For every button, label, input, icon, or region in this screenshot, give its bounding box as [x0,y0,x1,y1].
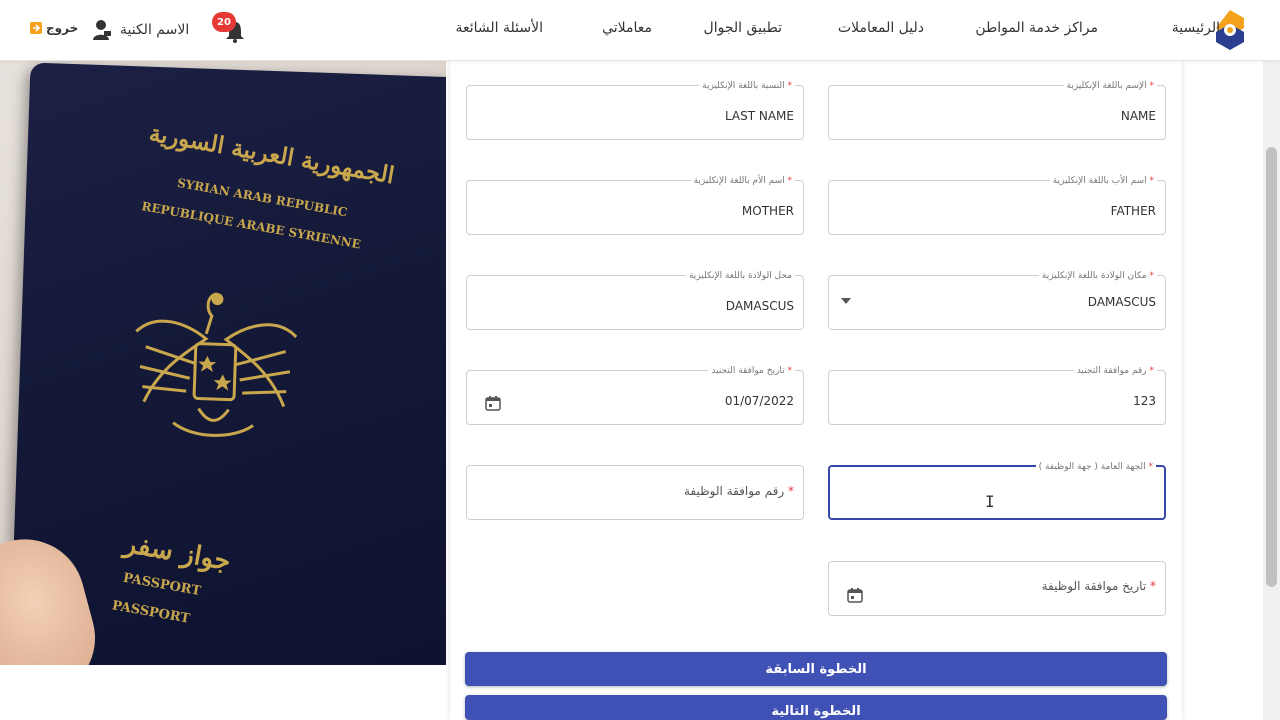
job-approval-date-placeholder: تاريخ موافقة الوظيفة * [1041,579,1156,593]
birthplace-text-value[interactable]: DAMASCUS [726,299,794,313]
father-name-english-value[interactable]: FATHER [1111,204,1156,218]
job-approval-number-placeholder: رقم موافقة الوظيفة * [683,484,794,498]
birthplace-text-label: محل الولادة باللغة الإنكليزية [685,271,795,281]
surname-english-field[interactable]: النسبة باللغة الإنكليزية * LAST NAME [466,81,804,140]
conscription-approval-date-field[interactable]: تاريخ موافقة التجنيد * 01/07/2022 [466,366,804,425]
father-name-english-label: اسم الأب باللغة الإنكليزية * [1049,176,1157,186]
birthplace-english-select[interactable]: مكان الولادة باللغة الإنكليزية * DAMASCU… [828,271,1166,330]
passport-photo: الجمهورية العربية السورية SYRIAN ARAB RE… [0,60,446,665]
nav-transactions-guide[interactable]: دليل المعاملات [838,20,924,36]
conscription-date-value[interactable]: 01/07/2022 [725,394,794,408]
birthplace-select-label: مكان الولادة باللغة الإنكليزية * [1038,271,1157,281]
scrollbar-thumb[interactable] [1266,147,1277,587]
notifications[interactable]: 20 [212,12,246,44]
dropdown-arrow-icon[interactable] [841,298,851,304]
top-navigation-bar: الرئيسية مراكز خدمة المواطن دليل المعامل… [0,0,1280,61]
surname-english-value[interactable]: LAST NAME [725,109,794,123]
user-profile[interactable]: الاسم الكنية [92,14,189,46]
user-name[interactable]: الاسم الكنية [120,22,189,38]
mother-name-english-field[interactable]: اسم الأم باللغة الإنكليزية * MOTHER [466,176,804,235]
birthplace-english-field[interactable]: محل الولادة باللغة الإنكليزية DAMASCUS [466,271,804,330]
job-approval-number-field[interactable]: رقم موافقة الوظيفة * [466,465,804,520]
conscription-approval-number-field[interactable]: رقم موافقة التجنيد * 123 [828,366,1166,425]
mother-name-english-value[interactable]: MOTHER [742,204,794,218]
text-cursor-icon: I [985,492,995,511]
coat-of-arms-eagle-icon [135,292,298,437]
name-english-field[interactable]: الإسم باللغة الإنكليزية * NAME [828,81,1166,140]
name-english-value[interactable]: NAME [1121,109,1156,123]
notification-count-badge: 20 [212,12,236,32]
user-icon [93,20,111,40]
conscription-number-label: رقم موافقة التجنيد * [1073,366,1157,376]
employer-field[interactable]: الجهة العامة ( جهة الوظيفة ) * I [828,462,1166,520]
conscription-number-value[interactable]: 123 [1133,394,1156,408]
passport-label-2: PASSPORT [110,598,191,627]
passport-arabic-label: جواز سفر [121,528,233,578]
nav-home[interactable]: الرئيسية [1172,20,1220,36]
nav-mobile-app[interactable]: تطبيق الجوال [704,20,782,36]
conscription-date-label: تاريخ موافقة التجنيد * [708,366,795,376]
nav-my-transactions[interactable]: معاملاتي [602,20,652,36]
next-step-button[interactable]: الخطوة التالية [465,695,1167,720]
name-english-label: الإسم باللغة الإنكليزية * [1063,81,1157,91]
logout-button[interactable]: خروج [30,21,78,35]
father-name-english-field[interactable]: اسم الأب باللغة الإنكليزية * FATHER [828,176,1166,235]
employer-label: الجهة العامة ( جهة الوظيفة ) * [1035,462,1156,472]
nav-faq[interactable]: الأسئلة الشائعة [456,20,544,36]
job-approval-date-field[interactable]: تاريخ موافقة الوظيفة * [828,561,1166,616]
calendar-icon[interactable] [485,395,501,411]
mother-name-english-label: اسم الأم باللغة الإنكليزية * [690,176,795,186]
surname-english-label: النسبة باللغة الإنكليزية * [699,81,795,91]
nav-citizen-service-centers[interactable]: مراكز خدمة المواطن [975,20,1098,36]
logout-icon [30,22,42,34]
birthplace-select-value[interactable]: DAMASCUS [1088,295,1156,309]
passport-label-1: PASSPORT [121,570,202,600]
logout-label: خروج [46,21,79,35]
previous-step-button[interactable]: الخطوة السابقة [465,652,1167,686]
calendar-icon[interactable] [847,587,863,603]
